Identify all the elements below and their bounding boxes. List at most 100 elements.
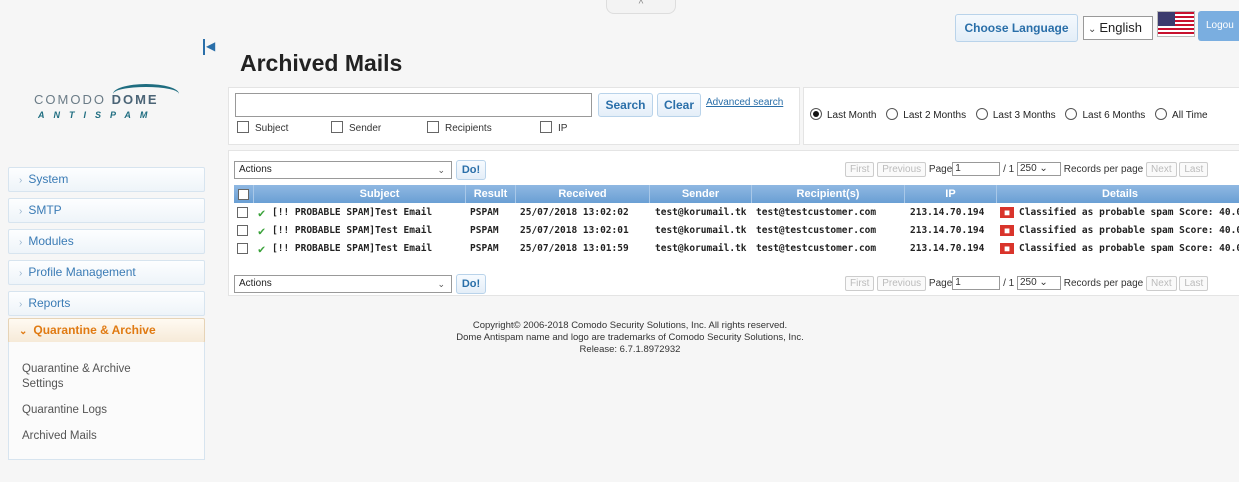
sidebar-item-reports[interactable]: › Reports [8, 291, 205, 316]
row-recipient: test@testcustomer.com [756, 243, 877, 254]
chevron-right-icon: › [19, 206, 23, 217]
collapse-header-tab[interactable]: ^ [606, 0, 676, 14]
logout-button[interactable]: Logou [1198, 11, 1239, 41]
row-recipient: test@testcustomer.com [756, 225, 877, 236]
ip-flag-icon: ■ [1000, 222, 1016, 240]
chevron-right-icon: › [19, 268, 23, 279]
us-flag-icon[interactable] [1157, 11, 1195, 37]
advanced-search-link[interactable]: Advanced search [706, 97, 783, 108]
filter-recipients[interactable]: Recipients [427, 121, 492, 134]
records-per-page-select[interactable]: 250 ⌄ [1016, 162, 1061, 177]
checkbox[interactable] [331, 121, 343, 133]
search-input[interactable] [235, 93, 592, 117]
row-details: Classified as probable spam Score: 40.0 [1019, 225, 1239, 236]
row-details: Classified as probable spam Score: 40.0 [1019, 207, 1239, 218]
ip-flag-icon: ■ [1000, 240, 1016, 258]
language-select[interactable]: ⌄ English [1083, 16, 1153, 40]
row-details: Classified as probable spam Score: 40.0 [1019, 243, 1239, 254]
column-ip[interactable]: IP [905, 185, 997, 203]
checkbox[interactable] [540, 121, 552, 133]
chevron-down-icon: ⌄ [1088, 24, 1097, 35]
row-subject: [!! PROBABLE SPAM]Test Email [272, 225, 433, 236]
clear-button[interactable]: Clear [657, 93, 701, 117]
collapse-sidebar-icon[interactable]: ◀ [203, 39, 215, 55]
first-page-button[interactable]: First [845, 276, 875, 291]
chevron-down-icon: ⌄ [437, 165, 445, 175]
row-result: PSPAM [470, 207, 499, 218]
radio-last-2-months[interactable] [886, 108, 899, 120]
trademark-text: Dome Antispam name and logo are trademar… [456, 332, 804, 343]
column-recipients[interactable]: Recipient(s) [752, 185, 905, 203]
sidebar-item-modules[interactable]: › Modules [8, 229, 205, 254]
row-checkbox[interactable] [237, 225, 248, 236]
row-received: 25/07/2018 13:02:01 [520, 225, 629, 236]
footer: Copyright© 2006-2018 Comodo Security Sol… [400, 320, 860, 356]
next-page-button[interactable]: Next [1146, 276, 1177, 291]
filter-subject[interactable]: Subject [237, 121, 288, 134]
sidebar-item-smtp[interactable]: › SMTP [8, 198, 205, 223]
page-input[interactable]: 1 [952, 162, 1001, 177]
chevron-down-icon: ⌄ [437, 279, 445, 289]
row-received: 25/07/2018 13:01:59 [520, 243, 629, 254]
row-subject: [!! PROBABLE SPAM]Test Email [272, 243, 433, 254]
do-button-top[interactable]: Do! [456, 160, 486, 180]
select-all-checkbox[interactable] [238, 188, 249, 200]
pager-top: First Previous Page 1 / 1 250 ⌄ Records p… [845, 162, 1209, 177]
choose-language-button[interactable]: Choose Language [955, 14, 1078, 42]
last-page-button[interactable]: Last [1179, 162, 1209, 177]
sidebar-item-quarantine-archive[interactable]: ⌄ Quarantine & Archive [8, 318, 205, 343]
comodo-dome-logo: COMODO DOME ANTISPAM [20, 70, 190, 130]
row-ip: 213.14.70.194 [910, 243, 985, 254]
pager-bottom: First Previous Page 1 / 1 250 ⌄ Records p… [845, 276, 1209, 291]
sidebar-subitem-settings[interactable]: Quarantine & Archive Settings [22, 362, 172, 392]
row-sender: test@korumail.tk [655, 243, 747, 254]
language-value: English [1099, 20, 1143, 35]
search-button[interactable]: Search [598, 93, 653, 117]
check-icon: ✔ [258, 242, 266, 256]
checkbox[interactable] [237, 121, 249, 133]
previous-page-button[interactable]: Previous [877, 276, 927, 291]
chevron-right-icon: › [19, 237, 23, 248]
table-row[interactable]: ✔ [!! PROBABLE SPAM]Test Email PSPAM 25/… [234, 222, 1239, 240]
radio-last-month[interactable] [810, 108, 822, 120]
row-subject: [!! PROBABLE SPAM]Test Email [272, 207, 433, 218]
table-row[interactable]: ✔ [!! PROBABLE SPAM]Test Email PSPAM 25/… [234, 240, 1239, 258]
sidebar-item-profile-management[interactable]: › Profile Management [8, 260, 205, 285]
radio-last-6-months[interactable] [1065, 108, 1078, 120]
column-result[interactable]: Result [466, 185, 516, 203]
column-sender[interactable]: Sender [650, 185, 752, 203]
page-input[interactable]: 1 [952, 276, 1001, 291]
sidebar-item-system[interactable]: › System [8, 167, 205, 192]
row-sender: test@korumail.tk [655, 225, 747, 236]
select-all-cell[interactable] [234, 185, 254, 203]
row-checkbox[interactable] [237, 207, 248, 218]
column-subject[interactable]: Subject [254, 185, 466, 203]
radio-all-time[interactable] [1155, 108, 1168, 120]
row-checkbox[interactable] [237, 243, 248, 254]
copyright-text: Copyright© 2006-2018 Comodo Security Sol… [472, 320, 788, 331]
records-per-page-select[interactable]: 250 ⌄ [1016, 276, 1061, 291]
sidebar-subitem-archived-mails[interactable]: Archived Mails [22, 429, 97, 444]
actions-select-bottom[interactable]: Actions ⌄ [234, 275, 452, 293]
radio-last-3-months[interactable] [975, 108, 988, 120]
next-page-button[interactable]: Next [1146, 162, 1177, 177]
do-button-bottom[interactable]: Do! [456, 274, 486, 294]
filter-sender[interactable]: Sender [331, 121, 381, 134]
first-page-button[interactable]: First [845, 162, 875, 177]
chevron-right-icon: › [19, 299, 23, 310]
column-details[interactable]: Details [997, 185, 1239, 203]
table-row[interactable]: ✔ [!! PROBABLE SPAM]Test Email PSPAM 25/… [234, 204, 1239, 222]
row-result: PSPAM [470, 243, 499, 254]
row-ip: 213.14.70.194 [910, 207, 985, 218]
release-text: Release: 6.7.1.8972932 [579, 344, 681, 355]
filter-ip[interactable]: IP [540, 121, 567, 134]
sidebar-subitem-quarantine-logs[interactable]: Quarantine Logs [22, 403, 107, 418]
table-header: Subject Result Received Sender Recipient… [234, 185, 1239, 203]
column-received[interactable]: Received [516, 185, 650, 203]
actions-select-top[interactable]: Actions ⌄ [234, 161, 452, 179]
previous-page-button[interactable]: Previous [877, 162, 927, 177]
checkbox[interactable] [427, 121, 439, 133]
row-sender: test@korumail.tk [655, 207, 747, 218]
last-page-button[interactable]: Last [1179, 276, 1209, 291]
row-ip: 213.14.70.194 [910, 225, 985, 236]
